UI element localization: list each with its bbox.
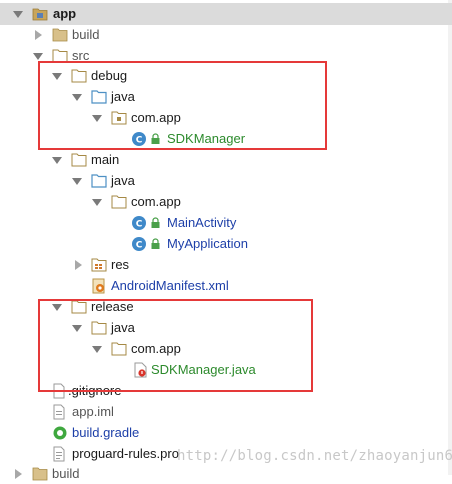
folder-icon bbox=[71, 153, 87, 167]
tree-label-app: app bbox=[53, 6, 77, 21]
svg-text:C: C bbox=[136, 220, 143, 230]
tree-label-build: build bbox=[52, 466, 80, 481]
lock-icon bbox=[151, 238, 160, 249]
highlight-box-release bbox=[38, 299, 313, 392]
folder-icon bbox=[32, 467, 48, 481]
iml-file-icon bbox=[53, 404, 65, 420]
tree-label-mainactivity: MainActivity bbox=[167, 215, 237, 230]
tree-label-package: com.app bbox=[131, 194, 181, 209]
text-file-icon bbox=[53, 446, 65, 462]
expand-arrow-icon[interactable] bbox=[72, 178, 82, 185]
collapse-arrow-icon[interactable] bbox=[75, 260, 82, 270]
tree-label-main: main bbox=[91, 152, 120, 167]
expand-arrow-icon[interactable] bbox=[52, 157, 62, 164]
svg-text:C: C bbox=[136, 241, 143, 251]
tree-label-app-iml: app.iml bbox=[72, 404, 114, 419]
tree-label-java: java bbox=[111, 173, 135, 188]
tree-label-build-gradle: build.gradle bbox=[72, 425, 140, 440]
module-folder-icon bbox=[32, 8, 48, 21]
class-icon: C bbox=[132, 216, 146, 230]
resource-folder-icon bbox=[91, 258, 107, 272]
lock-icon bbox=[151, 217, 160, 228]
tree-label-res: res bbox=[111, 257, 130, 272]
watermark-text: http://blog.csdn.net/zhaoyanjun6 bbox=[177, 448, 452, 464]
tree-label-myapplication: MyApplication bbox=[167, 236, 248, 251]
source-folder-icon bbox=[91, 174, 107, 188]
class-icon: C bbox=[132, 237, 146, 251]
xml-file-icon bbox=[92, 278, 105, 294]
expand-arrow-icon[interactable] bbox=[33, 53, 43, 60]
collapse-arrow-icon[interactable] bbox=[15, 469, 22, 479]
tree-label-build: build bbox=[72, 27, 100, 42]
expand-arrow-icon[interactable] bbox=[92, 199, 102, 206]
collapse-arrow-icon[interactable] bbox=[35, 30, 42, 40]
package-icon bbox=[111, 195, 127, 209]
folder-icon bbox=[52, 28, 68, 42]
gradle-icon bbox=[53, 426, 67, 440]
highlight-box-debug bbox=[38, 61, 327, 150]
expand-arrow-icon[interactable] bbox=[13, 11, 23, 18]
tree-label-proguard: proguard-rules.pro bbox=[72, 446, 179, 461]
scrollbar[interactable] bbox=[448, 0, 452, 475]
tree-label-manifest: AndroidManifest.xml bbox=[111, 278, 229, 293]
